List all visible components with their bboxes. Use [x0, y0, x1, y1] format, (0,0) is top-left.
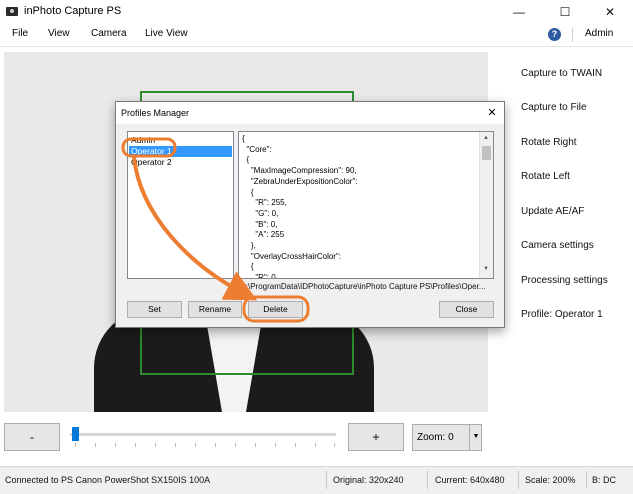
processing-settings-button[interactable]: Processing settings [521, 275, 608, 286]
slider-tick [155, 443, 156, 447]
zoom-slider-thumb[interactable] [72, 427, 79, 441]
zoom-in-button[interactable]: + [348, 423, 404, 451]
slider-tick [315, 443, 316, 447]
menu-divider [572, 28, 573, 42]
status-original: Original: 320x240 [333, 475, 404, 485]
user-menu[interactable]: Admin [585, 28, 613, 39]
profile-json-view[interactable]: { "Core": { "MaxImageCompression": 90, "… [238, 131, 494, 279]
slider-tick [115, 443, 116, 447]
dialog-close-icon[interactable]: ✕ [484, 105, 500, 121]
slider-tick [295, 443, 296, 447]
zoom-label: Zoom: 0 [417, 432, 454, 443]
status-b: B: DC [592, 475, 617, 485]
rotate-right-button[interactable]: Rotate Right [521, 137, 577, 148]
zoom-dropdown[interactable]: Zoom: 0 ▼ [412, 424, 482, 451]
capture-to-file-button[interactable]: Capture to File [521, 102, 587, 113]
status-bar: Connected to PS Canon PowerShot SX150IS … [0, 466, 633, 494]
slider-tick [334, 443, 335, 447]
slider-tick [135, 443, 136, 447]
slider-tick [195, 443, 196, 447]
json-scrollbar[interactable]: ▲ ▼ [479, 132, 493, 278]
slider-tick [75, 443, 76, 447]
zoom-slider-track[interactable] [70, 433, 336, 436]
profile-json-text: { "Core": { "MaxImageCompression": 90, "… [242, 134, 358, 279]
zoom-out-button[interactable]: - [4, 423, 60, 451]
profile-item-operator-1[interactable]: Operator 1 [129, 146, 232, 157]
title-bar: inPhoto Capture PS — ☐ ✕ [0, 0, 633, 24]
close-window-button[interactable]: ✕ [587, 0, 633, 24]
scroll-up-icon[interactable]: ▲ [483, 135, 489, 141]
window-title: inPhoto Capture PS [24, 5, 122, 17]
profile-item-operator-2[interactable]: Operator 2 [129, 157, 232, 168]
dialog-title: Profiles Manager [121, 108, 190, 118]
status-divider [586, 471, 587, 489]
slider-tick [215, 443, 216, 447]
update-ae-af-button[interactable]: Update AE/AF [521, 206, 584, 217]
slider-tick [95, 443, 96, 447]
profile-list[interactable]: Admin Operator 1 Operator 2 [127, 131, 234, 279]
profiles-manager-dialog: Profiles Manager ✕ Admin Operator 1 Oper… [115, 101, 505, 328]
profile-selector[interactable]: Profile: Operator 1 [521, 309, 603, 320]
help-icon[interactable]: ? [548, 28, 561, 41]
menu-file[interactable]: File [12, 28, 28, 39]
chevron-down-icon[interactable]: ▼ [469, 425, 482, 450]
dialog-title-bar: Profiles Manager ✕ [116, 102, 504, 124]
scroll-down-icon[interactable]: ▼ [483, 266, 489, 272]
maximize-button[interactable]: ☐ [542, 0, 588, 24]
delete-button[interactable]: Delete [248, 301, 303, 318]
set-button[interactable]: Set [127, 301, 182, 318]
minimize-button[interactable]: — [496, 0, 542, 24]
rotate-left-button[interactable]: Rotate Left [521, 171, 570, 182]
slider-tick [175, 443, 176, 447]
menu-view[interactable]: View [48, 28, 70, 39]
status-connection: Connected to PS Canon PowerShot SX150IS … [5, 475, 211, 485]
slider-tick [255, 443, 256, 447]
status-divider [427, 471, 428, 489]
menu-camera[interactable]: Camera [91, 28, 127, 39]
slider-tick [275, 443, 276, 447]
menu-bar: File View Camera Live View ? Admin [0, 24, 633, 47]
status-scale: Scale: 200% [525, 475, 576, 485]
scroll-thumb[interactable] [482, 146, 491, 160]
status-divider [326, 471, 327, 489]
profile-item-admin[interactable]: Admin [129, 135, 232, 146]
profile-path: C:\ProgramData\IDPhotoCapture\inPhoto Ca… [240, 282, 486, 291]
slider-tick [235, 443, 236, 447]
close-dialog-button[interactable]: Close [439, 301, 494, 318]
status-current: Current: 640x480 [435, 475, 505, 485]
menu-live-view[interactable]: Live View [145, 28, 188, 39]
status-divider [518, 471, 519, 489]
app-camera-icon [6, 7, 18, 16]
rename-button[interactable]: Rename [188, 301, 242, 318]
camera-settings-button[interactable]: Camera settings [521, 240, 594, 251]
capture-to-twain-button[interactable]: Capture to TWAIN [521, 68, 602, 79]
